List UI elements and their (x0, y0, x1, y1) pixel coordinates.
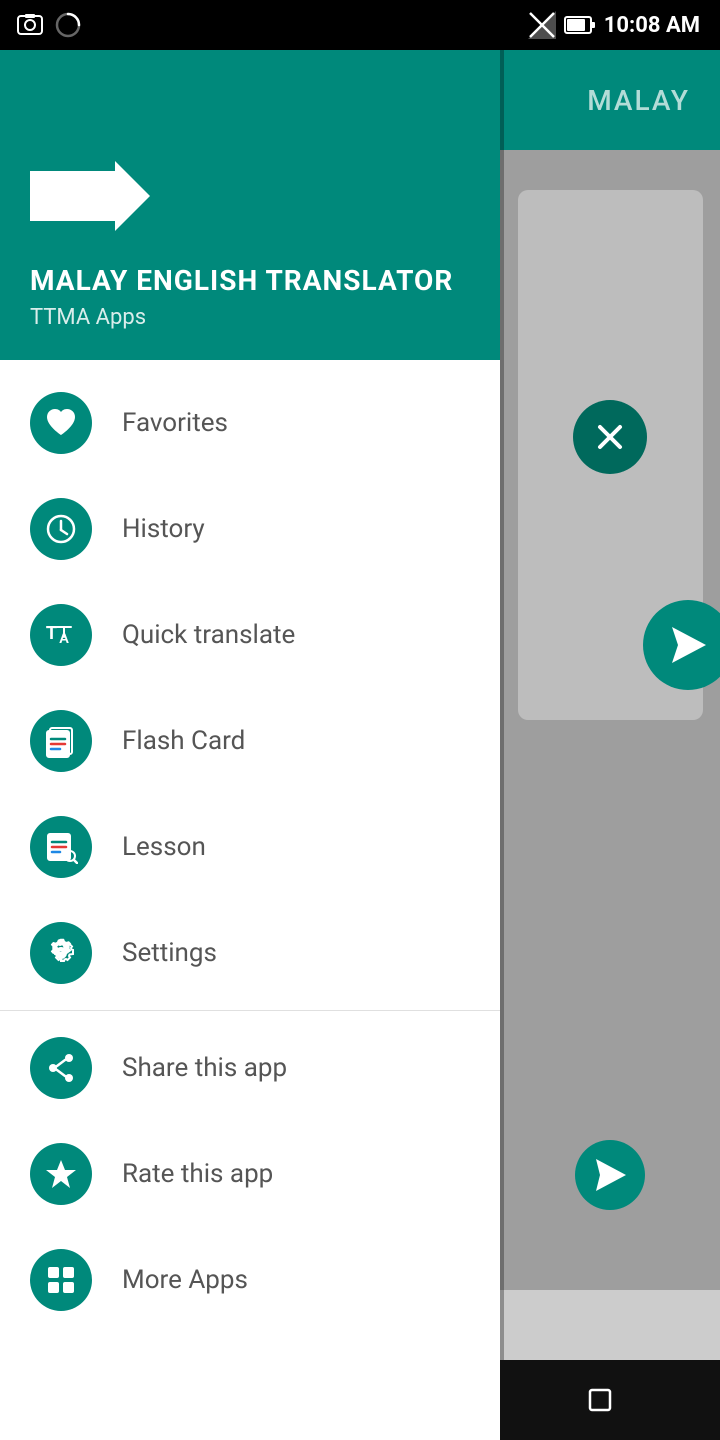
status-left-icons (16, 11, 82, 39)
menu-item-rate[interactable]: Rate this app (0, 1121, 500, 1227)
menu-item-settings[interactable]: Settings (0, 900, 500, 1006)
app-developer: TTMA Apps (30, 305, 470, 330)
battery-icon (564, 14, 596, 36)
grid-icon (45, 1264, 77, 1296)
translate-box (518, 190, 703, 720)
menu-item-quick-translate[interactable]: T A Quick translate (0, 582, 500, 688)
flashcard-icon (44, 724, 78, 758)
menu-item-history[interactable]: History (0, 476, 500, 582)
rate-icon-circle (30, 1143, 92, 1205)
status-right-icons: 10:08 AM (528, 11, 700, 39)
favorites-icon-circle (30, 392, 92, 454)
quick-translate-label: Quick translate (122, 620, 295, 650)
heart-icon (45, 407, 77, 439)
clock-icon (45, 513, 77, 545)
svg-text:T: T (46, 623, 57, 643)
menu-item-more-apps[interactable]: More Apps (0, 1227, 500, 1333)
lesson-icon (44, 830, 78, 864)
menu-divider (0, 1010, 500, 1011)
menu-item-lesson[interactable]: Lesson (0, 794, 500, 900)
more-apps-label: More Apps (122, 1265, 248, 1295)
loading-icon (54, 11, 82, 39)
app-title: MALAY ENGLISH TRANSLATOR (30, 264, 470, 297)
history-label: History (122, 514, 205, 544)
lesson-label: Lesson (122, 832, 206, 862)
rate-label: Rate this app (122, 1159, 273, 1189)
status-time: 10:08 AM (604, 13, 700, 38)
star-icon (44, 1157, 78, 1191)
app-logo (30, 156, 470, 240)
menu-list: Favorites History T A (0, 360, 500, 1440)
translate-icon: T A (43, 617, 79, 653)
signal-icon (528, 11, 556, 39)
lesson-icon-circle (30, 816, 92, 878)
send-button[interactable] (643, 600, 720, 690)
share-label: Share this app (122, 1053, 287, 1083)
flash-card-label: Flash Card (122, 726, 245, 756)
menu-item-flash-card[interactable]: Flash Card (0, 688, 500, 794)
recents-button[interactable] (570, 1370, 630, 1430)
translate-icon-circle: T A (30, 604, 92, 666)
close-button[interactable] (573, 400, 647, 474)
more-apps-icon-circle (30, 1249, 92, 1311)
favorites-label: Favorites (122, 408, 228, 438)
share-icon (45, 1052, 77, 1084)
bottom-hint-button[interactable] (575, 1140, 645, 1210)
settings-label: Settings (122, 938, 217, 968)
share-icon-circle (30, 1037, 92, 1099)
settings-icon-circle (30, 922, 92, 984)
content-area (500, 150, 720, 1290)
status-bar: 10:08 AM (0, 0, 720, 50)
navigation-drawer: MALAY ENGLISH TRANSLATOR TTMA Apps Favor… (0, 50, 500, 1440)
flashcard-icon-circle (30, 710, 92, 772)
photo-icon (16, 11, 44, 39)
history-icon-circle (30, 498, 92, 560)
menu-item-favorites[interactable]: Favorites (0, 370, 500, 476)
gear-icon (44, 936, 78, 970)
drawer-header: MALAY ENGLISH TRANSLATOR TTMA Apps (0, 50, 500, 360)
menu-item-share[interactable]: Share this app (0, 1015, 500, 1121)
language-label: MALAY (587, 84, 690, 117)
